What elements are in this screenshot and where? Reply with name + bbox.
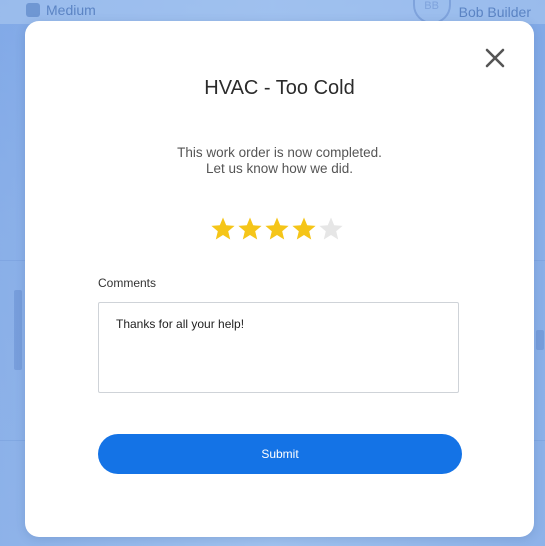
star-filled-icon[interactable] [210, 216, 236, 242]
submit-button[interactable]: Submit [98, 434, 462, 474]
dialog-title: HVAC - Too Cold [204, 77, 355, 99]
priority-flag-icon [26, 3, 40, 17]
star-filled-icon[interactable] [237, 216, 263, 242]
background-side-mark [14, 290, 22, 370]
background-priority: Medium [26, 2, 96, 18]
star-empty-icon[interactable] [318, 216, 344, 242]
background-priority-label: Medium [46, 2, 96, 18]
background-assignee-name: Bob Builder [458, 4, 531, 20]
completion-message-line: This work order is now completed. [177, 145, 382, 160]
star-filled-icon[interactable] [291, 216, 317, 242]
completion-message-line: Let us know how we did. [205, 161, 354, 176]
comments-label: Comments [98, 276, 157, 290]
comments-input[interactable]: Thanks for all your help! [98, 302, 459, 393]
star-rating[interactable] [210, 216, 344, 242]
close-button[interactable] [482, 45, 508, 71]
completion-message: This work order is now completed. Let us… [25, 145, 534, 177]
star-filled-icon[interactable] [264, 216, 290, 242]
close-icon [485, 48, 505, 68]
background-side-mark [536, 330, 544, 350]
rating-dialog: HVAC - Too Cold This work order is now c… [25, 21, 534, 537]
